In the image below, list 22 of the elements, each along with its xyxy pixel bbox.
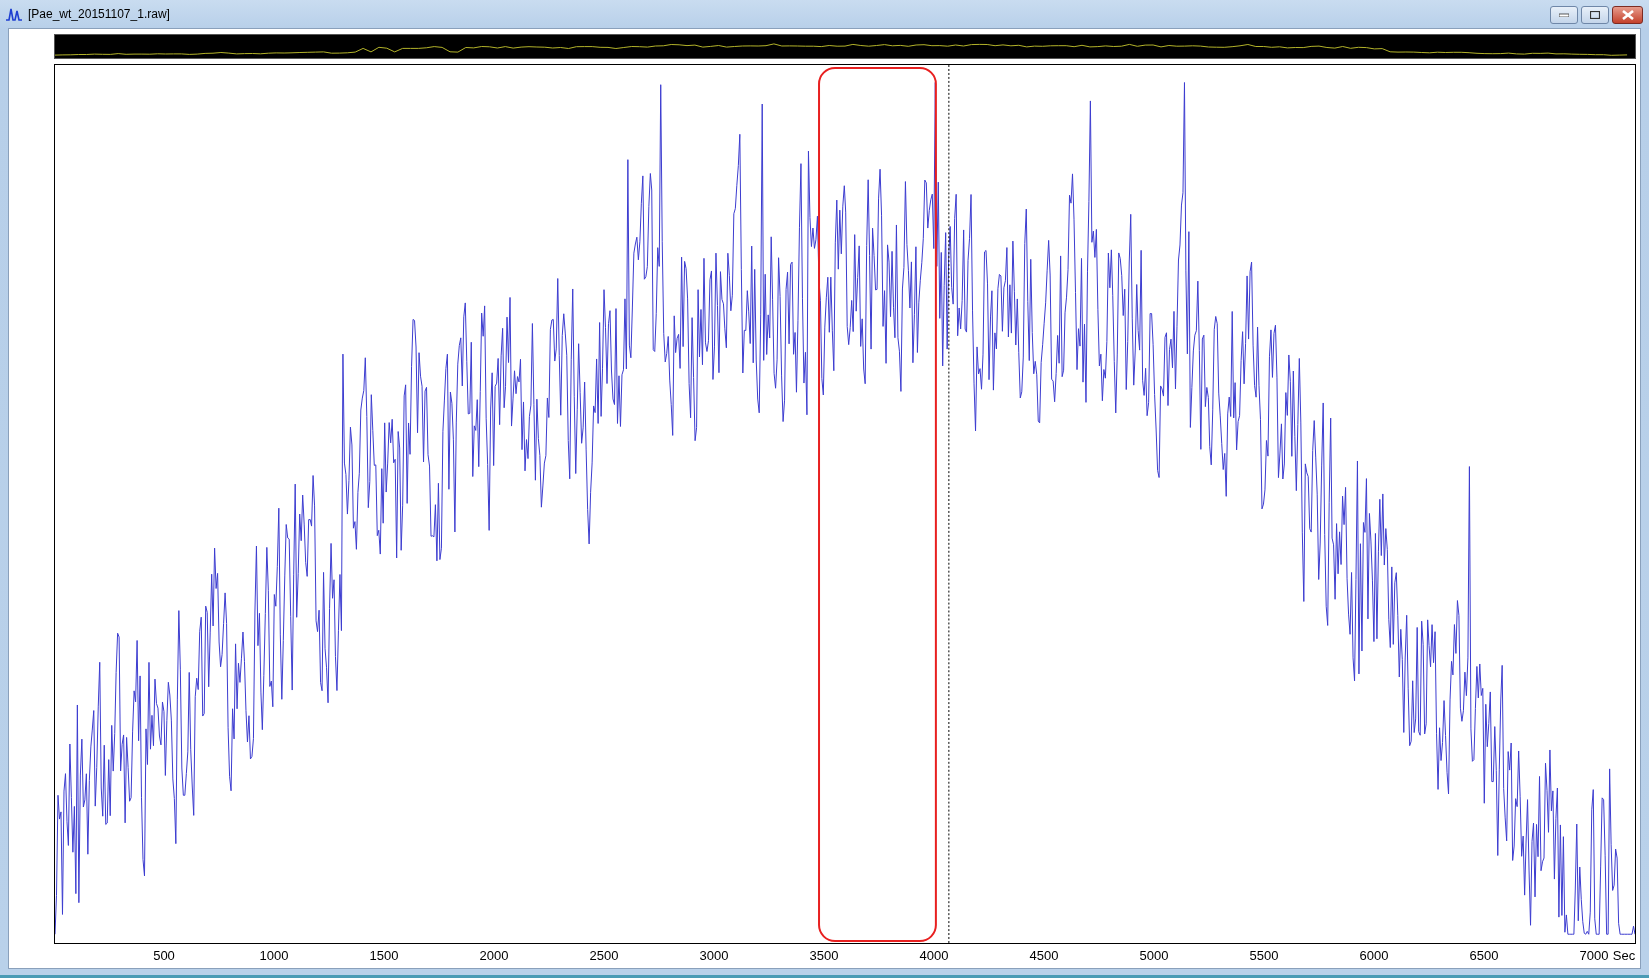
tick-label: 6500 <box>1469 948 1499 963</box>
tick-label: 4500 <box>1029 948 1059 963</box>
tick-label: 500 <box>153 948 175 963</box>
tick-label: 5000 <box>1139 948 1169 963</box>
maximize-button[interactable] <box>1581 6 1609 24</box>
tick-label: 3500 <box>809 948 839 963</box>
tick-label: 1000 <box>259 948 289 963</box>
axis-unit: Sec <box>1612 948 1636 963</box>
minimize-icon <box>1559 13 1569 17</box>
window-title: [Pae_wt_20151107_1.raw] <box>28 7 170 21</box>
tick-label: 1500 <box>369 948 399 963</box>
tick-label: 2000 <box>479 948 509 963</box>
chromatogram-icon <box>6 7 22 21</box>
tick-label: 3000 <box>699 948 729 963</box>
close-icon <box>1621 10 1634 20</box>
tick-label: 4000 <box>919 948 949 963</box>
tick-label: 2500 <box>589 948 619 963</box>
tick-label: 7000 <box>1579 948 1609 963</box>
close-button[interactable] <box>1612 6 1643 24</box>
tick-label: 5500 <box>1249 948 1279 963</box>
tick-label: 6000 <box>1359 948 1389 963</box>
maximize-icon <box>1590 11 1600 19</box>
